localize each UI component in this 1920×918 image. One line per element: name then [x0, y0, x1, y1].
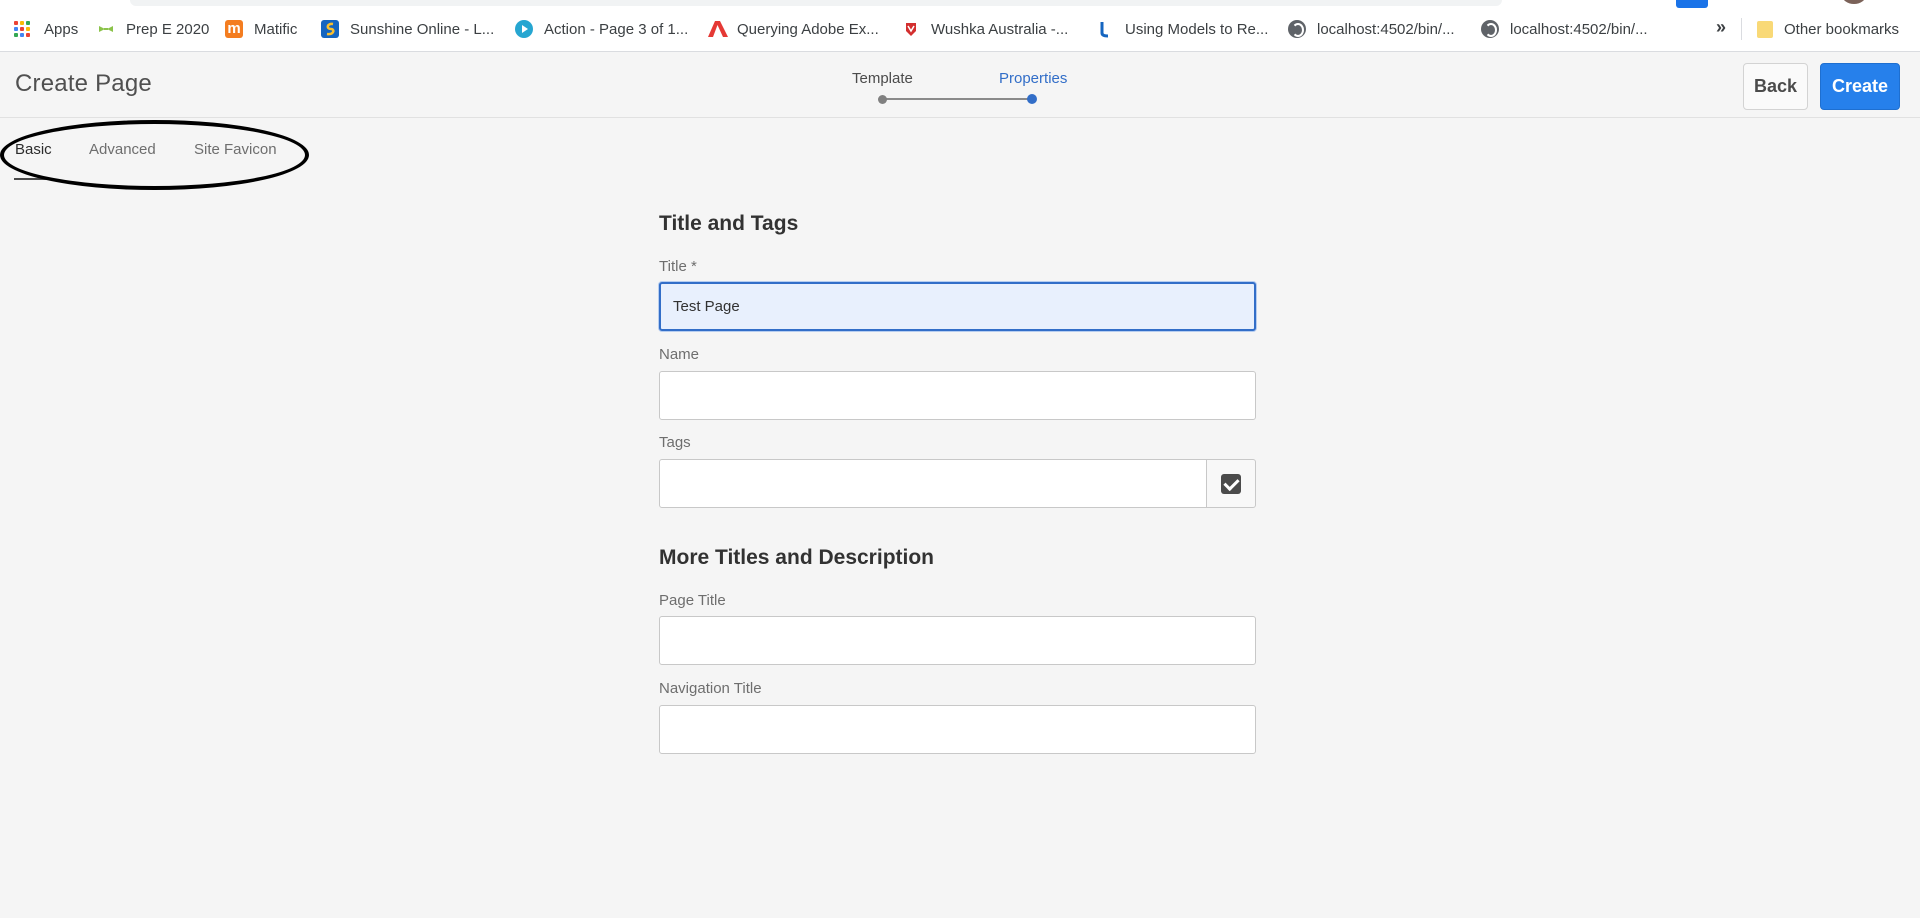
prep-bookmark-icon	[97, 20, 115, 38]
more-bookmarks-chevron-icon[interactable]: »	[1716, 17, 1726, 38]
wushka-icon	[902, 20, 920, 38]
bookmark-label: localhost:4502/bin/...	[1317, 20, 1455, 38]
bookmark-other-bookmarks[interactable]: Other bookmarks	[1757, 17, 1899, 41]
name-input[interactable]	[659, 371, 1256, 420]
tab-basic[interactable]: Basic	[15, 141, 52, 158]
bookmark-label: Prep E 2020	[126, 20, 210, 38]
tab-advanced[interactable]: Advanced	[89, 141, 156, 158]
profile-avatar[interactable]	[1842, 0, 1866, 4]
title-field-label: Title *	[659, 258, 697, 275]
section-heading-more-titles: More Titles and Description	[659, 546, 934, 569]
wizard-step-properties-dot	[1027, 94, 1037, 104]
bookmark-localhost-2[interactable]: localhost:4502/bin/...	[1481, 17, 1648, 41]
using-models-icon	[1096, 20, 1114, 38]
bookmark-wushka[interactable]: Wushka Australia -...	[902, 17, 1068, 41]
bookmark-querying-adobe[interactable]: Querying Adobe Ex...	[708, 17, 879, 41]
bookmark-label: Querying Adobe Ex...	[737, 20, 879, 38]
globe-icon	[1481, 20, 1499, 38]
sunshine-online-icon	[321, 20, 339, 38]
page-title-input[interactable]	[659, 616, 1256, 665]
folder-icon	[1757, 20, 1773, 38]
tags-field-label: Tags	[659, 434, 691, 451]
adobe-icon	[708, 20, 728, 38]
bookmark-label: Matific	[254, 20, 298, 38]
create-page-header: Create Page Template Properties Back Cre…	[0, 53, 1920, 118]
page-title: Create Page	[15, 70, 152, 97]
bookmark-label: Action - Page 3 of 1...	[544, 20, 689, 38]
matific-icon: m	[225, 20, 243, 38]
tags-picker-button[interactable]	[1206, 459, 1256, 508]
bookmark-localhost-1[interactable]: localhost:4502/bin/...	[1288, 17, 1455, 41]
bookmark-sunshine-online[interactable]: Sunshine Online - L...	[321, 17, 494, 41]
wizard-step-template-dot	[878, 95, 887, 104]
bookmark-label: Using Models to Re...	[1125, 20, 1269, 38]
wizard-step-template[interactable]: Template	[852, 70, 913, 87]
bookmark-label: Wushka Australia -...	[931, 20, 1069, 38]
bookmark-label: Apps	[44, 20, 79, 38]
bookmarks-bar: Apps Prep E 2020 m Matific Sunshine Onli…	[0, 0, 1920, 52]
bookmark-label: Other bookmarks	[1784, 20, 1900, 38]
bookmark-using-models[interactable]: Using Models to Re...	[1096, 17, 1268, 41]
bookmark-matific[interactable]: m Matific	[225, 17, 297, 41]
address-bar-edge[interactable]	[130, 0, 1502, 6]
bookmark-apps[interactable]: Apps	[14, 17, 78, 41]
navigation-title-field-label: Navigation Title	[659, 680, 762, 697]
page-title-field-label: Page Title	[659, 592, 726, 609]
bookmark-action[interactable]: Action - Page 3 of 1...	[515, 17, 688, 41]
wizard-progress-line	[882, 98, 1032, 100]
bookmark-prep-e-2020[interactable]: Prep E 2020	[97, 17, 209, 41]
bookmark-label: localhost:4502/bin/...	[1510, 20, 1648, 38]
tab-site-favicon[interactable]: Site Favicon	[194, 141, 277, 158]
checkbox-icon	[1221, 473, 1241, 494]
new-badge	[1676, 0, 1708, 8]
globe-icon	[1288, 20, 1306, 38]
apps-grid-icon	[14, 21, 30, 37]
wizard-step-properties[interactable]: Properties	[999, 70, 1067, 87]
section-heading-title-and-tags: Title and Tags	[659, 212, 799, 235]
back-button[interactable]: Back	[1743, 63, 1808, 110]
create-button[interactable]: Create	[1820, 63, 1900, 110]
name-field-label: Name	[659, 346, 700, 363]
active-tab-indicator	[14, 178, 49, 180]
bookmarks-divider	[1741, 18, 1742, 40]
title-input[interactable]	[659, 282, 1256, 331]
bookmark-label: Sunshine Online - L...	[350, 20, 495, 38]
action-play-icon	[515, 20, 533, 38]
navigation-title-input[interactable]	[659, 705, 1256, 754]
tags-input[interactable]	[659, 459, 1207, 508]
